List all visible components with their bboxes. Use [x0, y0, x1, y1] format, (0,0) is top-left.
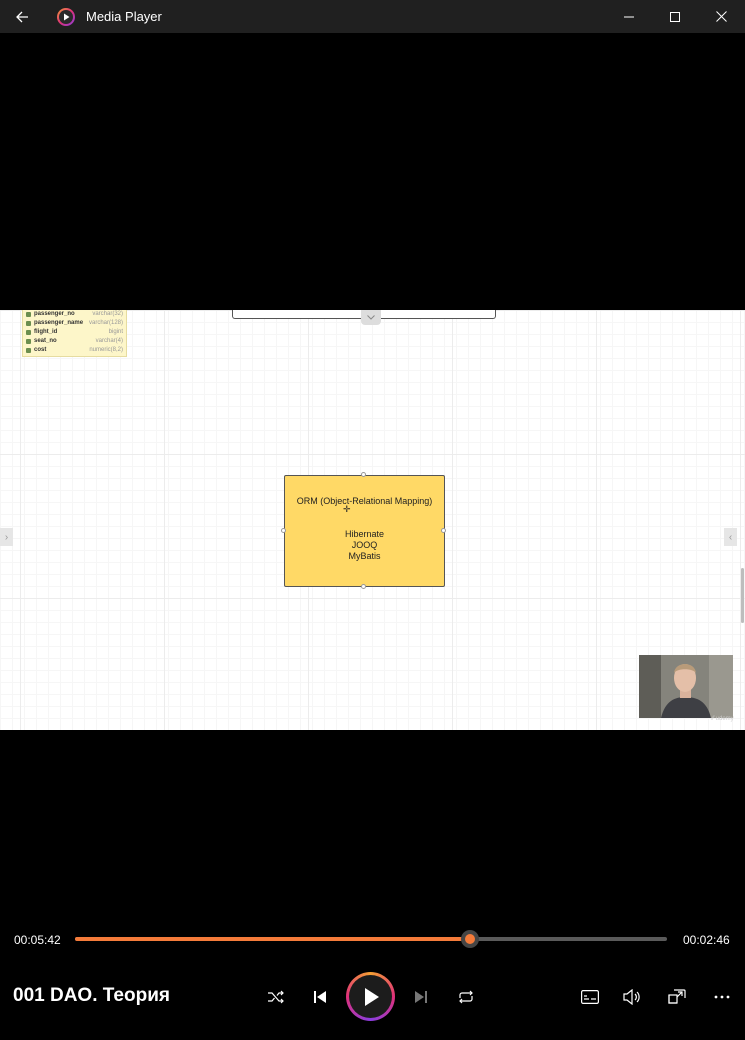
app-logo-icon	[56, 7, 76, 27]
minimize-icon	[624, 16, 634, 17]
column-key-icon	[26, 330, 31, 335]
scrollbar-thumb	[741, 568, 744, 623]
webcam-overlay	[639, 655, 733, 718]
resize-handle	[281, 528, 286, 533]
elapsed-time: 00:05:42	[14, 933, 61, 947]
db-column-type: numeric(8,2)	[89, 347, 123, 353]
shuffle-button[interactable]	[261, 982, 291, 1012]
play-icon	[364, 987, 379, 1006]
more-options-button[interactable]	[707, 982, 737, 1012]
orm-box-list: Hibernate JOOQ MyBatis	[285, 529, 444, 562]
orm-item: JOOQ	[351, 540, 378, 550]
previous-button[interactable]	[305, 982, 335, 1012]
left-panel-tab: ›	[0, 528, 13, 546]
column-key-icon	[26, 339, 31, 344]
column-key-icon	[26, 312, 31, 317]
play-button[interactable]	[346, 972, 395, 1021]
maximize-icon	[670, 11, 680, 22]
right-panel-tab: ‹	[724, 528, 737, 546]
presenter-image	[639, 655, 733, 718]
resize-handle	[441, 528, 446, 533]
repeat-icon	[459, 990, 473, 1004]
db-column-type: varchar(128)	[88, 320, 123, 326]
repeat-button[interactable]	[451, 982, 481, 1012]
subtitles-icon	[581, 990, 599, 1004]
more-icon	[714, 995, 730, 999]
mini-player-icon	[668, 989, 686, 1004]
crosshair-cursor-icon: ✛	[343, 504, 351, 514]
seek-bar[interactable]	[75, 930, 667, 948]
close-icon	[715, 11, 727, 22]
column-key-icon	[26, 321, 31, 326]
arrow-left-icon	[16, 11, 28, 23]
resize-handle	[361, 584, 366, 589]
remaining-time: 00:02:46	[683, 933, 730, 947]
orm-item: Hibernate	[344, 529, 385, 539]
db-row: cost numeric(8,2)	[23, 346, 126, 355]
maximize-button[interactable]	[652, 0, 698, 33]
db-table: passenger_no varchar(32) passenger_name …	[22, 310, 127, 357]
track-title: 001 DAO. Теория	[13, 985, 170, 1006]
mini-player-button[interactable]	[662, 982, 692, 1012]
db-column-type: varchar(4)	[95, 338, 123, 344]
volume-icon	[623, 989, 640, 1005]
seek-thumb[interactable]	[461, 930, 480, 948]
volume-button[interactable]	[617, 982, 647, 1012]
db-row: flight_id bigint	[23, 328, 126, 337]
back-button[interactable]	[8, 4, 36, 30]
seek-bar-progress	[75, 937, 471, 941]
shuffle-icon	[268, 990, 284, 1004]
skip-next-icon	[415, 991, 427, 1003]
minimize-button[interactable]	[606, 0, 652, 33]
db-column-name: passenger_name	[34, 320, 84, 326]
db-column-name: passenger_no	[34, 311, 75, 317]
close-button[interactable]	[698, 0, 744, 33]
db-row: passenger_no varchar(32)	[23, 310, 126, 319]
db-column-name: seat_no	[34, 338, 57, 344]
video-frame[interactable]: passenger_no varchar(32) passenger_name …	[0, 310, 745, 730]
db-row: passenger_name varchar(128)	[23, 319, 126, 328]
db-column-name: cost	[34, 347, 47, 353]
resize-handle	[361, 472, 366, 477]
db-row: seat_no varchar(4)	[23, 337, 126, 346]
orm-item: MyBatis	[348, 551, 381, 561]
title-bar: Media Player	[0, 0, 745, 33]
subtitles-button[interactable]	[575, 982, 605, 1012]
orm-box-title: ORM (Object-Relational Mapping)	[296, 496, 433, 506]
orm-diagram-box: ORM (Object-Relational Mapping) Hibernat…	[284, 475, 445, 587]
db-column-type: bigint	[108, 329, 123, 335]
db-column-type: varchar(32)	[92, 311, 123, 317]
window-title: Media Player	[86, 9, 162, 24]
db-column-name: flight_id	[34, 329, 58, 335]
watermark-logo: ⁄⁄ udemy	[712, 716, 734, 722]
next-button[interactable]	[406, 982, 436, 1012]
skip-previous-icon	[314, 991, 326, 1003]
chevron-down-icon	[361, 310, 381, 325]
column-key-icon	[26, 348, 31, 353]
